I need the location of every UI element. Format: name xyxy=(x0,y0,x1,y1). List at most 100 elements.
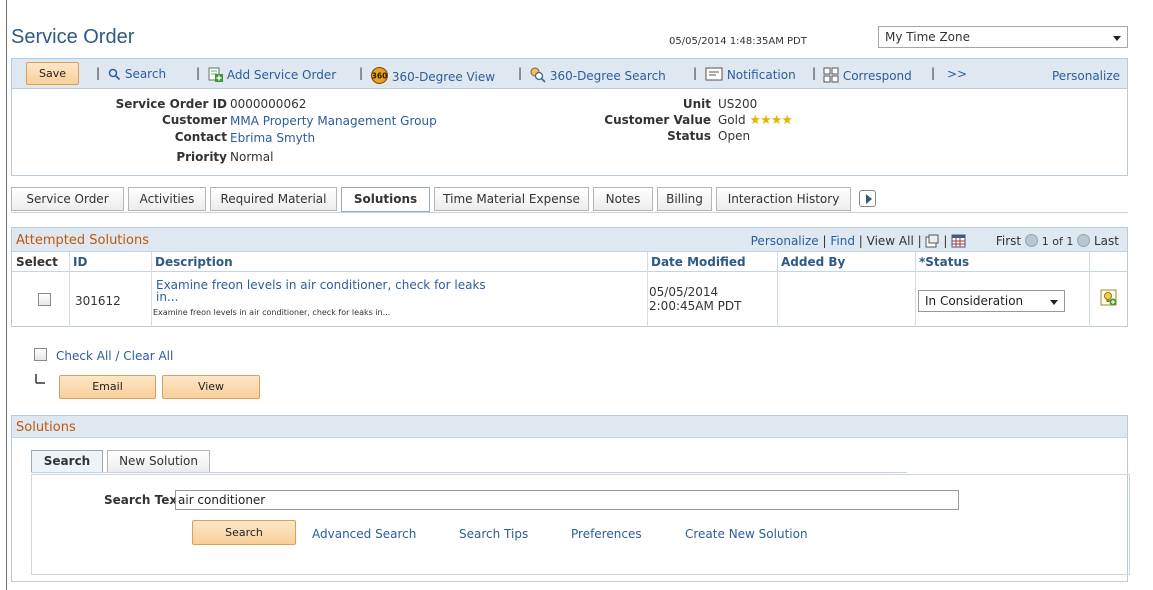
tab-time-material-expense[interactable]: Time Material Expense xyxy=(434,187,589,211)
toolbar-separator: | xyxy=(96,66,101,80)
unit-label: Unit xyxy=(682,97,711,111)
contact-link[interactable]: Ebrima Smyth xyxy=(230,131,315,145)
previous-row-icon[interactable] xyxy=(1024,234,1038,247)
toolbar-separator: | xyxy=(693,66,698,80)
timezone-select[interactable]: My Time Zone xyxy=(878,26,1128,48)
col-added-by[interactable]: Added By xyxy=(781,255,845,269)
advanced-search-link[interactable]: Advanced Search xyxy=(312,527,416,541)
search-link[interactable]: Search xyxy=(108,67,166,81)
new-window-icon[interactable] xyxy=(925,234,939,248)
chevron-down-icon xyxy=(1113,36,1121,41)
star-rating-icon: ★★★★ xyxy=(749,113,793,128)
tab-service-order[interactable]: Service Order xyxy=(11,187,124,211)
customer-link[interactable]: MMA Property Management Group xyxy=(230,114,437,128)
solutions-title: Solutions xyxy=(16,420,76,435)
propose-solution-icon[interactable] xyxy=(1100,289,1118,307)
page-tabs: Service Order Activities Required Materi… xyxy=(11,187,1128,213)
service-order-id-label: Service Order ID xyxy=(115,97,227,111)
check-all-link[interactable]: Check All / Clear All xyxy=(56,349,173,363)
row-description-detail: Examine freon levels in air conditioner,… xyxy=(153,308,391,317)
col-select: Select xyxy=(16,255,58,269)
tab-new-solution[interactable]: New Solution xyxy=(107,450,210,473)
download-grid-icon[interactable] xyxy=(951,234,966,248)
grid-title: Attempted Solutions xyxy=(16,233,149,248)
search-icon xyxy=(108,68,121,81)
add-service-order-link[interactable]: Add Service Order xyxy=(208,67,336,82)
toolbar-separator: | xyxy=(196,66,201,80)
preferences-link[interactable]: Preferences xyxy=(571,527,642,541)
col-id[interactable]: ID xyxy=(73,255,87,269)
view-button[interactable]: View xyxy=(162,375,260,399)
timestamp: 05/05/2014 1:48:35AM PDT xyxy=(669,36,807,47)
create-new-solution-link[interactable]: Create New Solution xyxy=(685,527,808,541)
customer-label: Customer xyxy=(161,113,227,127)
notification-link[interactable]: Notification xyxy=(705,67,796,82)
search-360-link[interactable]: 360-Degree Search xyxy=(530,67,666,83)
correspond-link[interactable]: Correspond xyxy=(823,67,912,83)
timezone-value: My Time Zone xyxy=(885,30,971,44)
grid-header: Attempted Solutions Personalize | Find |… xyxy=(12,228,1127,252)
unit-value: US200 xyxy=(718,97,758,111)
search-button[interactable]: Search xyxy=(192,520,296,545)
status-value: Open xyxy=(718,129,751,143)
correspond-label: Correspond xyxy=(842,69,912,83)
more-actions-link[interactable]: >> xyxy=(947,67,967,81)
separator: | xyxy=(858,234,867,248)
360-search-icon xyxy=(530,67,546,83)
priority-value: Normal xyxy=(230,150,274,164)
service-order-summary: Service Order ID 0000000062 Customer MMA… xyxy=(11,89,1128,176)
tab-search[interactable]: Search xyxy=(31,450,103,473)
next-tabs-icon[interactable] xyxy=(859,190,876,207)
add-document-icon xyxy=(208,67,223,82)
next-row-icon[interactable] xyxy=(1077,234,1091,247)
row-id: 301612 xyxy=(75,294,121,308)
col-status[interactable]: *Status xyxy=(919,255,969,269)
separator: | xyxy=(917,234,926,248)
save-button[interactable]: Save xyxy=(26,62,79,85)
view-360-label: 360-Degree View xyxy=(391,70,496,84)
col-date-modified[interactable]: Date Modified xyxy=(651,255,746,269)
toolbar-separator: | xyxy=(359,66,364,80)
tab-activities[interactable]: Activities xyxy=(128,187,206,211)
add-service-order-label: Add Service Order xyxy=(226,68,337,82)
tree-connector-icon xyxy=(35,374,45,384)
solutions-header: Solutions xyxy=(12,416,1127,438)
tab-required-material[interactable]: Required Material xyxy=(210,187,337,211)
row-select-checkbox[interactable] xyxy=(38,293,51,306)
grid-navigation: Personalize | Find | View All | | First … xyxy=(751,234,1119,248)
toolbar-separator: | xyxy=(931,66,936,80)
customer-value-text: Gold xyxy=(718,113,746,127)
grid-last-label: Last xyxy=(1094,234,1119,248)
search-tips-link[interactable]: Search Tips xyxy=(459,527,528,541)
check-all-checkbox[interactable] xyxy=(34,348,47,361)
table-row: 301612 Examine freon levels in air condi… xyxy=(12,272,1127,327)
col-description[interactable]: Description xyxy=(155,255,233,269)
row-date-line1: 05/05/2014 xyxy=(649,285,719,299)
view-360-link[interactable]: 360 360-Degree View xyxy=(371,67,495,84)
toolbar: Save | Search | Add Service Order | 360 … xyxy=(11,58,1128,89)
tab-solutions[interactable]: Solutions xyxy=(341,187,430,212)
window-left-border xyxy=(6,0,7,590)
attempted-solutions-grid: Attempted Solutions Personalize | Find |… xyxy=(11,227,1128,327)
chevron-down-icon xyxy=(1050,300,1058,305)
grid-personalize-link[interactable]: Personalize xyxy=(751,234,819,248)
tab-billing[interactable]: Billing xyxy=(657,187,712,211)
status-label: Status xyxy=(667,129,711,143)
page-title: Service Order xyxy=(11,26,135,48)
row-description-link[interactable]: Examine freon levels in air conditioner,… xyxy=(156,279,511,303)
grid-view-all-link[interactable]: View All xyxy=(867,234,914,248)
separator: | xyxy=(943,234,952,248)
customer-value-label: Customer Value xyxy=(604,113,711,127)
tab-notes[interactable]: Notes xyxy=(593,187,653,211)
tab-interaction-history[interactable]: Interaction History xyxy=(716,187,851,211)
email-button[interactable]: Email xyxy=(59,375,156,399)
toolbar-separator: | xyxy=(812,66,817,80)
search-text-input[interactable] xyxy=(175,490,959,510)
customer-value: Gold ★★★★ xyxy=(718,113,793,128)
solutions-panel: Solutions Search New Solution Search Tex… xyxy=(11,415,1130,582)
notification-icon xyxy=(705,67,723,81)
personalize-toolbar-link[interactable]: Personalize xyxy=(1052,69,1120,83)
notification-label: Notification xyxy=(726,68,796,82)
grid-find-link[interactable]: Find xyxy=(830,234,855,248)
row-status-select[interactable]: In Consideration xyxy=(918,290,1065,312)
